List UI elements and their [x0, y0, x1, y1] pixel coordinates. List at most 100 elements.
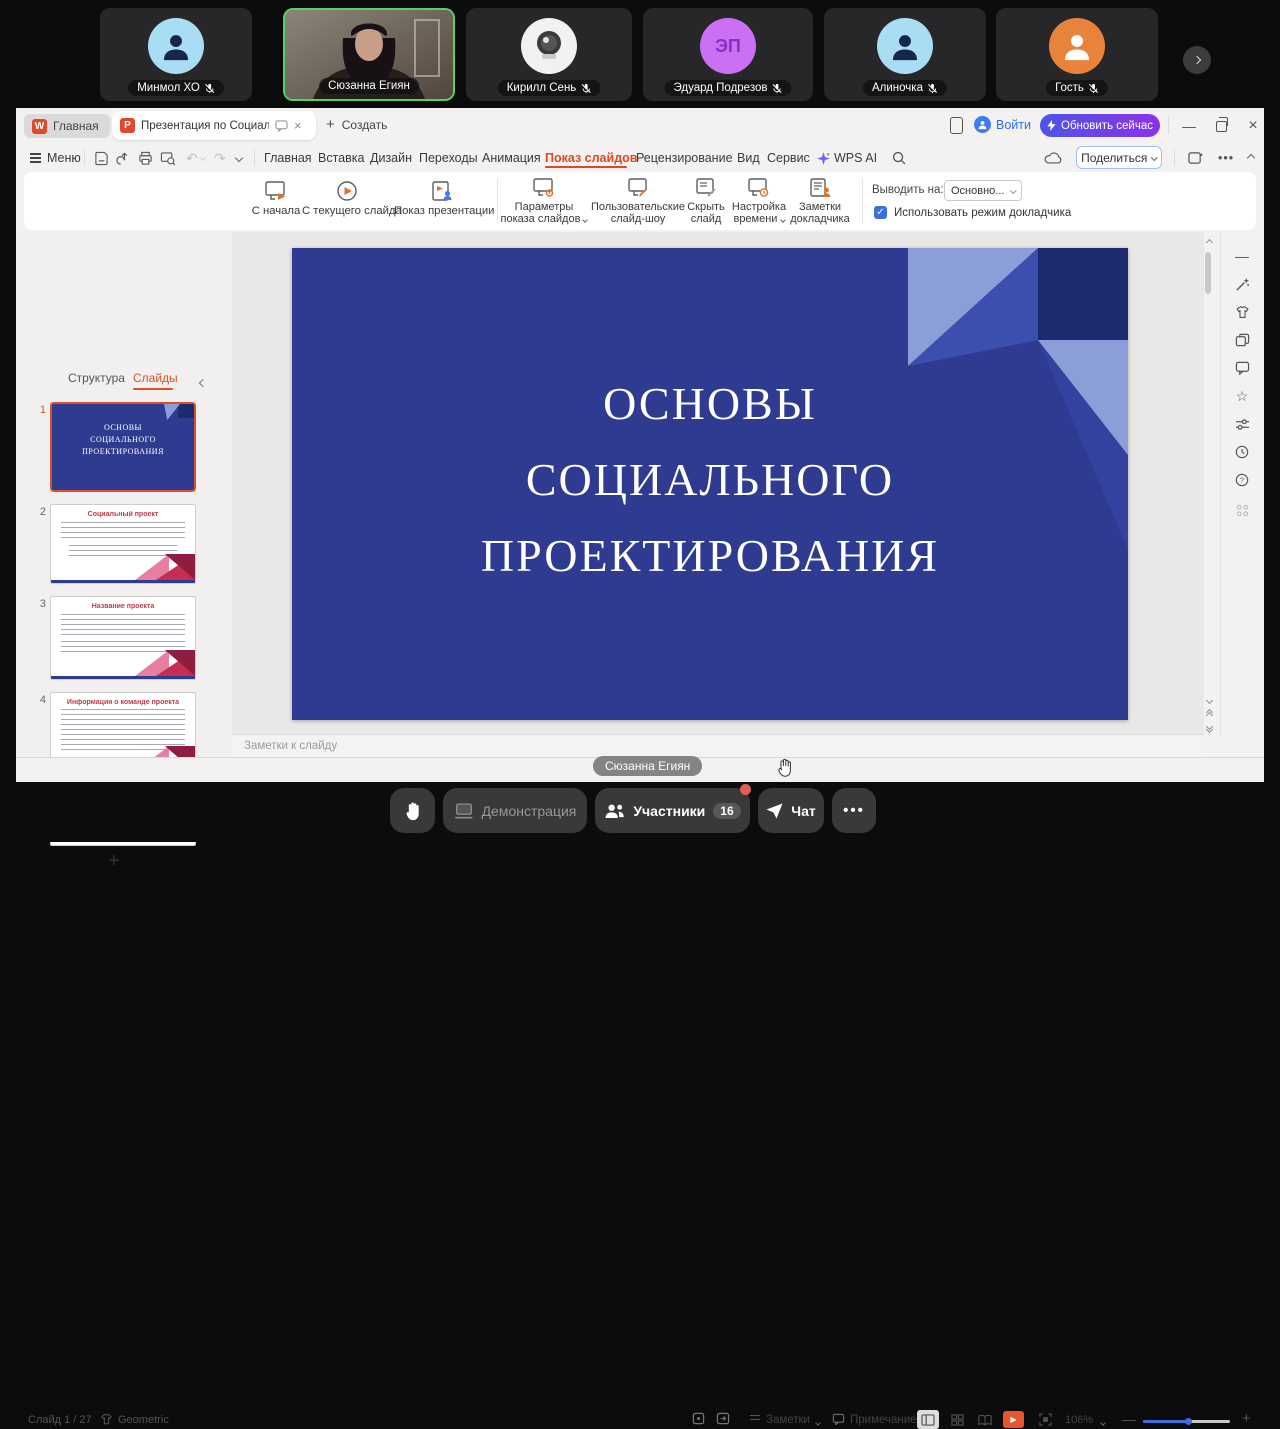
tab-close-icon[interactable]: × [294, 118, 302, 133]
collapse-ribbon-icon[interactable] [1248, 148, 1254, 168]
zoom-out-button[interactable]: — [1122, 1411, 1136, 1427]
current-slide[interactable]: ОСНОВЫ СОЦИАЛЬНОГО ПРОЕКТИРОВАНИЯ [292, 248, 1128, 720]
shapes-icon[interactable] [1230, 328, 1254, 352]
redo-icon[interactable]: ↷ [214, 148, 226, 168]
participants-count-badge: 16 [713, 803, 740, 819]
previous-slide-icon[interactable] [1205, 710, 1213, 718]
thumb-text-lines [61, 522, 185, 539]
scroll-up-icon[interactable] [1205, 238, 1213, 246]
slide-notes-input[interactable]: Заметки к слайду [232, 734, 1204, 757]
zoom-level[interactable]: 106% [1065, 1414, 1093, 1426]
from-current-slide-button[interactable]: С текущего слайда [302, 180, 392, 217]
zoom-chevron-icon[interactable] [1101, 1416, 1105, 1428]
undo-icon[interactable]: ↶ [186, 148, 205, 168]
rehearse-timing-button[interactable]: Настройка времени [728, 178, 790, 225]
mini-slide-icon[interactable] [692, 1412, 705, 1425]
slide-2-thumbnail[interactable]: Социальный проект [50, 504, 196, 584]
hide-slide-button[interactable]: Скрыть слайд [680, 178, 732, 225]
minimize-button[interactable]: — [1178, 116, 1200, 136]
star-icon[interactable]: ☆ [1230, 384, 1254, 408]
reading-view-button[interactable] [974, 1410, 996, 1429]
tab-outline[interactable]: Структура [68, 371, 125, 385]
normal-view-button[interactable] [917, 1410, 939, 1429]
raise-hand-button[interactable] [390, 788, 435, 833]
menu-wps-ai[interactable]: WPS AI [817, 148, 877, 168]
participant-tile[interactable]: Гость [996, 8, 1158, 101]
update-now-button[interactable]: Обновить сейчас [1040, 114, 1160, 137]
strip-next-button[interactable] [1183, 46, 1211, 74]
restore-button[interactable] [1210, 116, 1232, 136]
more-button[interactable]: ••• [832, 788, 876, 833]
menu-transitions[interactable]: Переходы [419, 148, 478, 168]
help-icon[interactable]: ? [1230, 468, 1254, 492]
more-options-icon[interactable]: ••• [1218, 148, 1234, 168]
new-tab-button[interactable]: + Создать [326, 116, 387, 133]
history-clock-icon[interactable] [1230, 440, 1254, 464]
tab-comment-icon[interactable] [275, 120, 288, 132]
tab-slides-active[interactable]: Слайды [133, 371, 178, 385]
menu-view[interactable]: Вид [737, 148, 760, 168]
custom-slideshow-button[interactable]: Пользовательские слайд-шоу [586, 178, 690, 225]
slideshow-options-button[interactable]: Параметры показа слайдов [494, 178, 594, 225]
participants-button[interactable]: Участники 16 [595, 788, 750, 833]
chat-button[interactable]: Чат [758, 788, 824, 833]
hide-sidebar-icon[interactable]: — [1230, 244, 1254, 268]
present-device-icon[interactable] [716, 1412, 730, 1425]
adjust-sliders-icon[interactable] [1230, 412, 1254, 436]
ai-wand-icon[interactable] [1230, 272, 1254, 296]
device-icon[interactable] [950, 117, 963, 134]
menu-home[interactable]: Главная [264, 148, 312, 168]
zoom-slider[interactable] [1143, 1420, 1230, 1423]
search-icon[interactable] [892, 148, 906, 168]
add-slide-button[interactable]: + [108, 850, 120, 873]
print-preview-icon[interactable] [160, 148, 176, 168]
cloud-sync-icon[interactable] [1044, 148, 1062, 168]
menu-tools[interactable]: Сервис [767, 148, 810, 168]
participant-tile[interactable]: Кирилл Сень [466, 8, 632, 101]
presenter-mode-checkbox[interactable]: ✓ [874, 206, 887, 219]
scrollbar-thumb[interactable] [1205, 252, 1211, 294]
document-tab[interactable]: P Презентация по Социальн × [112, 111, 316, 140]
apps-grid-icon[interactable] [1230, 498, 1254, 522]
thumb-title: Информация о команде проекта [51, 699, 195, 706]
participant-tile[interactable]: Минмол ХО [100, 8, 252, 101]
scroll-down-icon[interactable] [1205, 696, 1213, 704]
menu-slideshow-active[interactable]: Показ слайдов [545, 148, 637, 168]
comment-button[interactable]: Примечание [850, 1414, 917, 1426]
slideshow-play-button[interactable]: ▶ [1003, 1411, 1024, 1428]
print-icon[interactable] [138, 148, 153, 168]
comment-icon[interactable] [1230, 356, 1254, 380]
screen-share-button[interactable]: Демонстрация [443, 788, 587, 833]
wps-home-tab[interactable]: W Главная [24, 114, 110, 138]
slide-1-thumbnail[interactable]: ОСНОВЫ СОЦИАЛЬНОГО ПРОЕКТИРОВАНИЯ [50, 402, 196, 492]
new-window-icon[interactable] [1188, 148, 1203, 168]
share-button[interactable]: Поделиться [1076, 146, 1162, 169]
theme-name[interactable]: Geometric [118, 1414, 169, 1426]
menu-review[interactable]: Рецензирование [636, 148, 733, 168]
output-display-dropdown[interactable]: Основно... [944, 180, 1022, 201]
close-button[interactable]: × [1242, 116, 1264, 136]
main-menu-button[interactable]: Меню [30, 148, 81, 168]
speaker-notes-button[interactable]: Заметки докладчика [786, 178, 854, 225]
login-button[interactable]: Войти [974, 116, 1031, 133]
save-icon[interactable] [94, 148, 109, 168]
menu-insert[interactable]: Вставка [318, 148, 364, 168]
avatar: ЭП [700, 18, 756, 74]
participant-tile-active-speaker[interactable]: Сюзанна Егиян [283, 8, 455, 101]
zoom-slider-knob[interactable] [1185, 1418, 1192, 1425]
participant-tile[interactable]: Алиночка [824, 8, 986, 101]
notes-toggle[interactable]: Заметки [766, 1414, 810, 1426]
menu-animation[interactable]: Анимация [482, 148, 541, 168]
next-slide-icon[interactable] [1205, 724, 1213, 732]
slide-3-thumbnail[interactable]: Название проекта [50, 596, 196, 680]
quick-access-chevron-icon[interactable] [236, 148, 242, 168]
menu-design[interactable]: Дизайн [370, 148, 412, 168]
show-presentation-button[interactable]: Показ презентации [394, 180, 490, 217]
collapse-panel-icon[interactable] [200, 373, 206, 391]
slide-sorter-view-button[interactable] [946, 1410, 968, 1429]
participant-tile[interactable]: ЭП Эдуард Подрезов [643, 8, 813, 101]
export-icon[interactable] [116, 148, 131, 168]
zoom-in-button[interactable]: + [1242, 1410, 1251, 1427]
fit-to-window-icon[interactable] [1034, 1410, 1056, 1429]
design-theme-icon[interactable] [1230, 300, 1254, 324]
